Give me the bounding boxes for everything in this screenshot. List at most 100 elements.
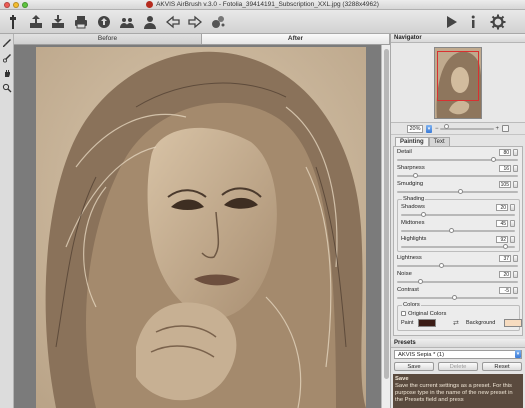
title-bar: AKVIS AirBrush v.3.0 - Fotolia_39414191_… <box>0 0 525 10</box>
original-colors-checkbox[interactable] <box>401 311 406 316</box>
colors-group: Colors Original Colors Paint ⇄ Backgroun… <box>397 302 522 331</box>
smudging-value[interactable]: 105 <box>499 181 511 188</box>
paint-color-swatch[interactable] <box>418 319 436 327</box>
highlights-stepper[interactable] <box>510 236 515 243</box>
navigator-view-frame[interactable] <box>437 51 479 101</box>
export-icon[interactable] <box>141 13 159 31</box>
batch-icon[interactable] <box>118 13 136 31</box>
sharpness-slider[interactable] <box>397 173 518 178</box>
save-icon[interactable] <box>49 13 67 31</box>
hand-icon[interactable] <box>1 67 13 79</box>
zoom-dropdown-icon[interactable]: ▾ <box>426 124 432 133</box>
zoom-controls: 20% ▾ − + <box>391 123 525 135</box>
about-icon[interactable] <box>464 13 482 31</box>
noise-slider[interactable] <box>397 279 518 284</box>
midtones-label: Midtones <box>401 220 425 226</box>
shadows-stepper[interactable] <box>510 204 515 211</box>
smudging-slider[interactable] <box>397 189 518 194</box>
save-preset-button[interactable]: Save <box>394 362 434 371</box>
image-canvas[interactable] <box>14 45 390 408</box>
tab-after[interactable]: After <box>202 34 390 44</box>
shadows-value[interactable]: 20 <box>496 204 508 211</box>
navigator-thumbnail[interactable] <box>434 47 482 119</box>
detail-value[interactable]: 80 <box>499 149 511 156</box>
zoom-in-icon[interactable]: + <box>495 125 499 133</box>
midtones-slider[interactable] <box>401 228 515 233</box>
highlights-label: Highlights <box>401 236 427 242</box>
zoom-input[interactable]: 20% <box>407 124 423 133</box>
history-brush-icon[interactable] <box>1 52 13 64</box>
highlights-slider[interactable] <box>401 244 515 249</box>
settings-icon[interactable] <box>4 13 22 31</box>
noise-label: Noise <box>397 271 412 277</box>
delete-preset-button[interactable]: Delete <box>438 362 478 371</box>
lightness-slider[interactable] <box>397 263 518 268</box>
redo-icon[interactable] <box>186 13 204 31</box>
shadows-slider-knob[interactable] <box>420 212 426 217</box>
navigator-preview[interactable] <box>391 43 525 123</box>
main-toolbar <box>0 10 525 34</box>
reset-preset-button[interactable]: Reset <box>482 362 522 371</box>
presets-header: Presets <box>391 339 525 348</box>
param-highlights: Highlights 92 <box>398 235 519 251</box>
navigator-header: Navigator <box>391 34 525 43</box>
view-tabs: Before After <box>14 34 390 45</box>
sharpness-slider-knob[interactable] <box>413 173 419 178</box>
midtones-stepper[interactable] <box>510 220 515 227</box>
zoom-slider[interactable]: − + <box>435 123 499 133</box>
scrollbar-thumb[interactable] <box>384 49 389 379</box>
detail-stepper[interactable] <box>513 149 518 156</box>
highlights-slider-knob[interactable] <box>502 244 508 249</box>
print-icon[interactable] <box>72 13 90 31</box>
shadows-slider[interactable] <box>401 212 515 217</box>
zoom-window-button[interactable] <box>22 2 28 8</box>
zoom-icon[interactable] <box>1 82 13 94</box>
sharpness-value[interactable]: 16 <box>499 165 511 172</box>
noise-stepper[interactable] <box>513 271 518 278</box>
noise-slider-knob[interactable] <box>418 279 424 284</box>
undo-icon[interactable] <box>164 13 182 31</box>
preset-dropdown-icon[interactable]: ▾ <box>515 350 521 358</box>
contrast-label: Contrast <box>397 287 419 293</box>
lightness-value[interactable]: 37 <box>499 255 511 262</box>
smudging-stepper[interactable] <box>513 181 518 188</box>
param-sharpness: Sharpness 16 <box>394 164 522 180</box>
swap-colors-icon[interactable]: ⇄ <box>453 319 459 327</box>
tab-painting[interactable]: Painting <box>395 137 429 146</box>
colors-title: Colors <box>402 302 421 308</box>
canvas-scrollbar[interactable] <box>381 45 390 408</box>
highlights-value[interactable]: 92 <box>496 236 508 243</box>
param-noise: Noise 20 <box>394 270 522 286</box>
contrast-stepper[interactable] <box>513 287 518 294</box>
tab-before[interactable]: Before <box>14 34 202 44</box>
brush-icon[interactable] <box>1 37 13 49</box>
run-icon[interactable] <box>442 13 460 31</box>
noise-value[interactable]: 20 <box>499 271 511 278</box>
midtones-slider-knob[interactable] <box>449 228 455 233</box>
share-icon[interactable] <box>95 13 113 31</box>
param-detail: Detail 80 <box>394 148 522 164</box>
contrast-slider-knob[interactable] <box>452 295 458 300</box>
original-colors-label: Original Colors <box>408 310 447 317</box>
contrast-slider[interactable] <box>397 295 518 300</box>
close-window-button[interactable] <box>4 2 10 8</box>
background-color-swatch[interactable] <box>504 319 522 327</box>
lightness-stepper[interactable] <box>513 255 518 262</box>
smudging-slider-knob[interactable] <box>458 189 464 194</box>
lightness-slider-knob[interactable] <box>438 263 444 268</box>
preset-select[interactable]: AKVIS Sepia * (1) ▾ <box>394 350 522 359</box>
background-label: Background <box>466 320 496 326</box>
fit-view-icon[interactable] <box>502 125 509 132</box>
detail-slider-knob[interactable] <box>490 157 496 162</box>
open-icon[interactable] <box>27 13 45 31</box>
tab-text[interactable]: Text <box>428 137 450 146</box>
zoom-out-icon[interactable]: − <box>435 125 439 133</box>
sharpness-stepper[interactable] <box>513 165 518 172</box>
minimize-window-button[interactable] <box>13 2 19 8</box>
apply-icon[interactable] <box>209 13 227 31</box>
preferences-icon[interactable] <box>489 13 507 31</box>
midtones-value[interactable]: 45 <box>496 220 508 227</box>
detail-slider[interactable] <box>397 157 518 162</box>
sharpness-label: Sharpness <box>397 165 425 171</box>
contrast-value[interactable]: -5 <box>499 287 511 294</box>
